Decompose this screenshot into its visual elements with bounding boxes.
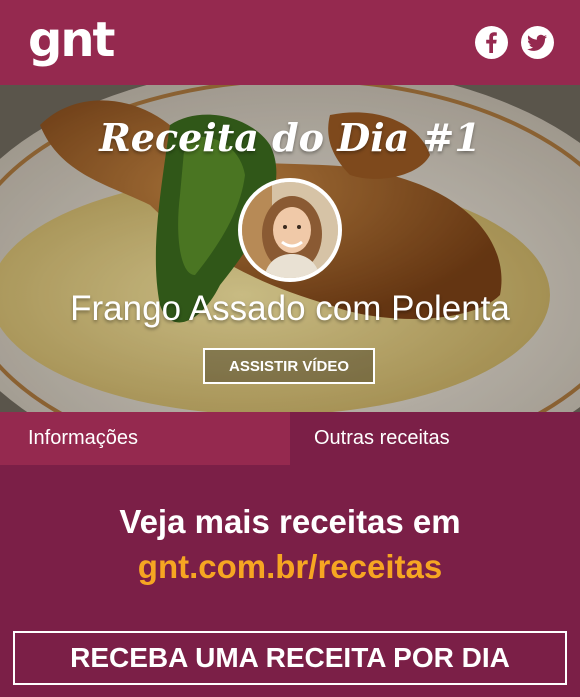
facebook-icon [486, 32, 497, 53]
twitter-button[interactable] [521, 26, 554, 59]
chef-avatar [238, 178, 342, 282]
promo-text: Veja mais receitas em [119, 503, 461, 540]
gnt-logo[interactable]: gnt [28, 12, 115, 68]
subscribe-daily-recipe-button[interactable]: RECEBA UMA RECEITA POR DIA [13, 631, 567, 685]
recipes-link[interactable]: gnt.com.br/receitas [0, 548, 580, 586]
twitter-icon [527, 34, 547, 51]
chef-portrait [242, 182, 338, 278]
watch-video-button[interactable]: ASSISTIR VÍDEO [203, 348, 375, 384]
header: gnt [0, 0, 580, 85]
recipe-of-the-day-title: Receita do Dia #1 [99, 115, 481, 160]
recipe-name: Frango Assado com Polenta [70, 289, 510, 328]
tab-outras-receitas[interactable]: Outras receitas [290, 412, 580, 465]
tab-informacoes[interactable]: Informações [0, 412, 290, 465]
facebook-button[interactable] [475, 26, 508, 59]
recipe-tabs: Informações Outras receitas [0, 412, 580, 465]
hero-banner: Receita do Dia #1 Frango Assado com Pole… [0, 85, 580, 412]
